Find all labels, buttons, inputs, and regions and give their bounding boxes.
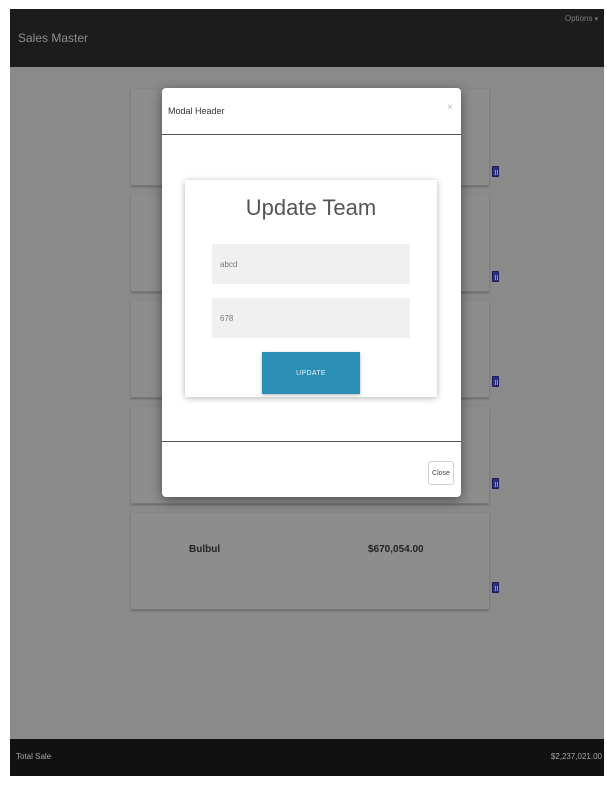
team-value-input[interactable] xyxy=(212,298,410,338)
update-button[interactable]: UPDATE xyxy=(262,352,360,394)
options-menu[interactable]: Options ▾ xyxy=(565,14,598,23)
total-sale-value: $2,237,021.00 xyxy=(550,752,602,761)
trash-icon[interactable] xyxy=(492,271,499,282)
modal-title: Modal Header xyxy=(168,106,225,116)
modal-body: Update Team UPDATE xyxy=(162,135,461,441)
update-team-modal: Modal Header × Update Team UPDATE Close xyxy=(162,88,461,497)
update-team-form: Update Team UPDATE xyxy=(185,180,437,397)
team-amount: $670,054.00 xyxy=(368,544,424,555)
form-title: Update Team xyxy=(245,195,377,220)
caret-down-icon: ▾ xyxy=(594,16,598,23)
trash-icon[interactable] xyxy=(492,478,499,489)
options-label: Options xyxy=(564,14,593,23)
close-icon[interactable]: × xyxy=(447,102,453,113)
trash-icon[interactable] xyxy=(492,582,499,593)
footer-bar: Total Sale $2,237,021.00 xyxy=(10,739,604,776)
team-name: Bulbul xyxy=(189,544,221,555)
trash-icon[interactable] xyxy=(492,166,499,177)
top-navbar: Sales Master Options ▾ xyxy=(10,9,604,67)
app-title[interactable]: Sales Master xyxy=(18,31,88,45)
modal-footer: Close xyxy=(162,441,461,497)
trash-icon[interactable] xyxy=(492,376,499,387)
close-button[interactable]: Close xyxy=(428,461,454,485)
total-sale-label: Total Sale xyxy=(16,752,52,761)
list-item: Bulbul $670,054.00 xyxy=(131,513,489,610)
modal-header: Modal Header × xyxy=(162,88,461,135)
team-name-input[interactable] xyxy=(212,244,410,284)
